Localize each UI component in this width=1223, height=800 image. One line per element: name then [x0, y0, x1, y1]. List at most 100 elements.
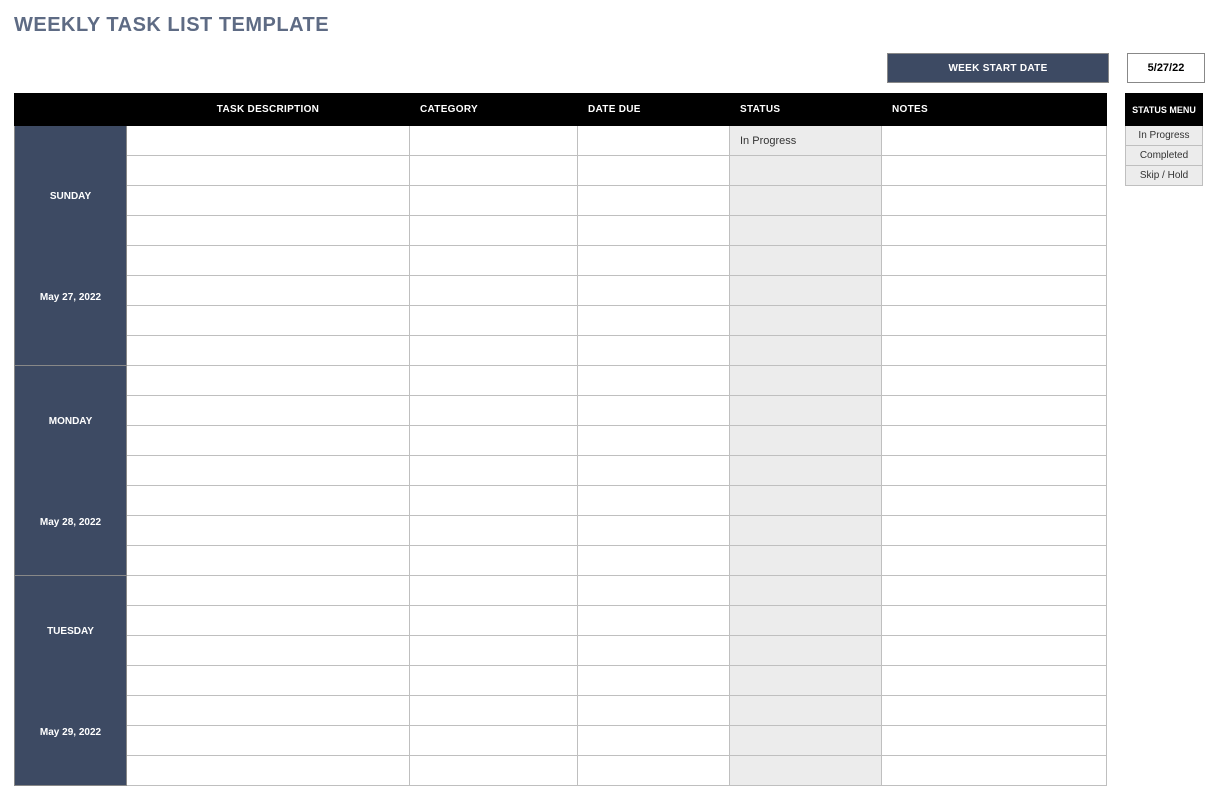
task-cell[interactable]	[127, 456, 410, 486]
due-cell[interactable]	[578, 336, 730, 366]
category-cell[interactable]	[410, 276, 578, 306]
category-cell[interactable]	[410, 426, 578, 456]
category-cell[interactable]	[410, 516, 578, 546]
status-cell[interactable]	[730, 216, 882, 246]
category-cell[interactable]	[410, 546, 578, 576]
category-cell[interactable]	[410, 696, 578, 726]
category-cell[interactable]	[410, 336, 578, 366]
category-cell[interactable]	[410, 666, 578, 696]
status-cell[interactable]	[730, 696, 882, 726]
status-cell[interactable]	[730, 486, 882, 516]
category-cell[interactable]	[410, 366, 578, 396]
category-cell[interactable]	[410, 246, 578, 276]
status-cell[interactable]	[730, 726, 882, 756]
task-cell[interactable]	[127, 666, 410, 696]
notes-cell[interactable]	[882, 156, 1107, 186]
status-cell[interactable]	[730, 366, 882, 396]
status-cell[interactable]	[730, 606, 882, 636]
due-cell[interactable]	[578, 186, 730, 216]
due-cell[interactable]	[578, 246, 730, 276]
status-cell[interactable]	[730, 396, 882, 426]
task-cell[interactable]	[127, 156, 410, 186]
task-cell[interactable]	[127, 306, 410, 336]
week-start-date[interactable]: 5/27/22	[1127, 53, 1205, 83]
task-cell[interactable]	[127, 726, 410, 756]
task-cell[interactable]	[127, 486, 410, 516]
notes-cell[interactable]	[882, 666, 1107, 696]
due-cell[interactable]	[578, 516, 730, 546]
task-cell[interactable]	[127, 546, 410, 576]
due-cell[interactable]	[578, 456, 730, 486]
category-cell[interactable]	[410, 726, 578, 756]
due-cell[interactable]	[578, 726, 730, 756]
status-menu-item[interactable]: Skip / Hold	[1126, 166, 1203, 186]
task-cell[interactable]	[127, 606, 410, 636]
category-cell[interactable]	[410, 486, 578, 516]
notes-cell[interactable]	[882, 696, 1107, 726]
task-cell[interactable]	[127, 576, 410, 606]
status-cell[interactable]	[730, 306, 882, 336]
notes-cell[interactable]	[882, 126, 1107, 156]
category-cell[interactable]	[410, 456, 578, 486]
due-cell[interactable]	[578, 696, 730, 726]
notes-cell[interactable]	[882, 396, 1107, 426]
notes-cell[interactable]	[882, 276, 1107, 306]
task-cell[interactable]	[127, 336, 410, 366]
category-cell[interactable]	[410, 216, 578, 246]
notes-cell[interactable]	[882, 426, 1107, 456]
notes-cell[interactable]	[882, 456, 1107, 486]
category-cell[interactable]	[410, 396, 578, 426]
notes-cell[interactable]	[882, 576, 1107, 606]
category-cell[interactable]	[410, 156, 578, 186]
due-cell[interactable]	[578, 666, 730, 696]
status-cell[interactable]	[730, 246, 882, 276]
notes-cell[interactable]	[882, 306, 1107, 336]
due-cell[interactable]	[578, 636, 730, 666]
notes-cell[interactable]	[882, 336, 1107, 366]
category-cell[interactable]	[410, 126, 578, 156]
due-cell[interactable]	[578, 306, 730, 336]
task-cell[interactable]	[127, 636, 410, 666]
task-cell[interactable]	[127, 366, 410, 396]
due-cell[interactable]	[578, 156, 730, 186]
status-cell[interactable]: In Progress	[730, 126, 882, 156]
task-cell[interactable]	[127, 696, 410, 726]
status-cell[interactable]	[730, 336, 882, 366]
due-cell[interactable]	[578, 216, 730, 246]
task-cell[interactable]	[127, 276, 410, 306]
task-cell[interactable]	[127, 246, 410, 276]
status-cell[interactable]	[730, 546, 882, 576]
category-cell[interactable]	[410, 606, 578, 636]
task-cell[interactable]	[127, 396, 410, 426]
status-cell[interactable]	[730, 636, 882, 666]
status-menu-item[interactable]: Completed	[1126, 146, 1203, 166]
task-cell[interactable]	[127, 516, 410, 546]
task-cell[interactable]	[127, 186, 410, 216]
notes-cell[interactable]	[882, 486, 1107, 516]
due-cell[interactable]	[578, 366, 730, 396]
notes-cell[interactable]	[882, 186, 1107, 216]
notes-cell[interactable]	[882, 546, 1107, 576]
notes-cell[interactable]	[882, 516, 1107, 546]
status-cell[interactable]	[730, 426, 882, 456]
task-cell[interactable]	[127, 756, 410, 786]
due-cell[interactable]	[578, 606, 730, 636]
task-cell[interactable]	[127, 216, 410, 246]
status-cell[interactable]	[730, 456, 882, 486]
notes-cell[interactable]	[882, 216, 1107, 246]
notes-cell[interactable]	[882, 246, 1107, 276]
status-cell[interactable]	[730, 276, 882, 306]
category-cell[interactable]	[410, 756, 578, 786]
status-cell[interactable]	[730, 516, 882, 546]
category-cell[interactable]	[410, 576, 578, 606]
due-cell[interactable]	[578, 276, 730, 306]
category-cell[interactable]	[410, 306, 578, 336]
task-cell[interactable]	[127, 426, 410, 456]
status-cell[interactable]	[730, 756, 882, 786]
due-cell[interactable]	[578, 426, 730, 456]
task-cell[interactable]	[127, 126, 410, 156]
notes-cell[interactable]	[882, 366, 1107, 396]
due-cell[interactable]	[578, 486, 730, 516]
notes-cell[interactable]	[882, 606, 1107, 636]
notes-cell[interactable]	[882, 636, 1107, 666]
